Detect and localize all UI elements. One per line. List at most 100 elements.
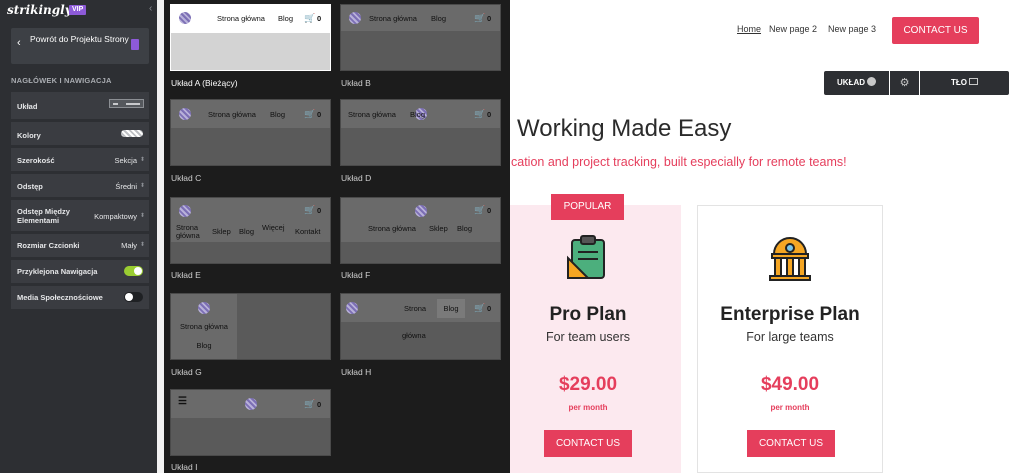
editor-background-button[interactable]: TŁO	[920, 71, 1009, 95]
layout-option-f[interactable]: 🛒 0 Strona główna Sklep Blog	[340, 197, 501, 264]
nav-link-home[interactable]: Home	[737, 24, 761, 34]
nav-link-page-3[interactable]: New page 3	[828, 24, 876, 34]
editor-layout-button[interactable]: UKŁAD	[824, 71, 889, 95]
plan-name: Enterprise Plan	[720, 304, 860, 325]
layout-option-e[interactable]: 🛒 0 Strona główna Sklep Blog Więcej Kont…	[170, 197, 331, 264]
nav-preview-home: Strona główna	[348, 110, 396, 119]
plan-audience: For large teams	[746, 330, 834, 344]
cart-icon: 🛒	[304, 109, 316, 119]
layout-caption: Układ C	[171, 173, 202, 183]
plan-contact-button[interactable]: CONTACT US	[747, 430, 835, 457]
nav-preview-blog: Blog	[410, 110, 426, 119]
layout-caption: Układ H	[341, 367, 372, 377]
plan-contact-button[interactable]: CONTACT US	[544, 430, 632, 457]
setting-value: Kompaktowy	[94, 212, 137, 221]
editor-layout-label: UKŁAD	[837, 78, 865, 87]
layout-picker-panel: Strona główna Blog 🛒 0 Układ A (Bieżący)…	[164, 0, 510, 473]
sticky-nav-toggle[interactable]	[124, 266, 143, 276]
setting-element-spacing[interactable]: Odstęp Między Elementami Kompaktowy ⬍	[11, 200, 149, 232]
nav-preview-home: Strona główna	[217, 14, 265, 23]
plan-period: per month	[568, 403, 608, 412]
section-title: NAGŁÓWEK I NAWIGACJA	[11, 76, 112, 85]
setting-label: Układ	[17, 102, 38, 111]
logo-placeholder-icon	[346, 302, 358, 314]
chevron-left-icon: ‹	[17, 37, 21, 49]
layout-caption: Układ I	[171, 462, 198, 472]
layout-caption: Układ E	[171, 270, 201, 280]
nav-preview-home: Strona główna	[208, 110, 256, 119]
social-media-toggle[interactable]	[124, 292, 143, 302]
setting-spacing[interactable]: Odstęp Średni ⬍	[11, 174, 149, 198]
nav-preview-blog: Blog	[457, 224, 473, 233]
plan-name: Pro Plan	[549, 304, 627, 325]
setting-label: Szerokość	[17, 156, 55, 165]
setting-font-size[interactable]: Rozmiar Czcionki Mały ⬍	[11, 234, 149, 258]
layout-option-i[interactable]: ☰ 🛒 0	[170, 389, 331, 456]
setting-colors[interactable]: Kolory	[11, 122, 149, 146]
setting-label: Odstęp	[17, 182, 43, 191]
layout-option-b[interactable]: Strona główna Blog 🛒 0	[340, 4, 501, 71]
layout-option-h[interactable]: Strona Blog 🛒 0 główna	[340, 293, 501, 360]
updown-caret-icon: ⬍	[139, 242, 145, 248]
nav-preview-home: Strona główna	[369, 14, 417, 23]
editor-sidebar: strikingly VIP ‹ ‹ Powrót do Projektu St…	[0, 0, 157, 473]
nav-preview-blog: Blog	[437, 299, 465, 318]
logo-placeholder-icon	[415, 205, 427, 217]
layout-thumbnail-icon	[109, 99, 144, 108]
image-icon	[969, 78, 978, 86]
layout-option-c[interactable]: Strona główna Blog 🛒 0	[170, 99, 331, 166]
updown-caret-icon: ⬍	[139, 183, 145, 189]
setting-value: Średni	[115, 182, 137, 191]
cart-count: 0	[317, 14, 322, 23]
layout-caption: Układ B	[341, 78, 371, 88]
nav-preview-contact: Kontakt	[295, 227, 321, 236]
plan-audience: For team users	[545, 330, 631, 344]
setting-value: Mały	[121, 241, 137, 250]
nav-preview-blog: Blog	[239, 227, 255, 236]
layout-caption: Układ F	[341, 270, 371, 280]
layout-option-g[interactable]: Strona główna Blog	[170, 293, 331, 360]
setting-label: Kolory	[17, 131, 41, 140]
sidebar-header: strikingly VIP ‹	[0, 0, 157, 22]
logo-placeholder-icon	[245, 398, 257, 410]
layout-caption: Układ G	[171, 367, 202, 377]
editor-settings-button[interactable]: ⚙	[890, 71, 919, 95]
setting-width[interactable]: Szerokość Sekcja ⬍	[11, 148, 149, 172]
setting-layout[interactable]: Układ	[11, 92, 149, 120]
hero-subtitle: cation and project tracking, built espec…	[511, 155, 847, 169]
cart-count: 0	[487, 206, 492, 215]
gear-icon: ⚙	[899, 77, 910, 89]
logo-placeholder-icon	[198, 302, 210, 314]
cart-count: 0	[317, 400, 322, 409]
cart-count: 0	[487, 110, 492, 119]
setting-sticky-nav: Przyklejona Nawigacja	[11, 260, 149, 284]
cart-icon: 🛒	[304, 399, 316, 409]
nav-preview-home: Strona główna	[368, 224, 416, 233]
layout-option-a[interactable]: Strona główna Blog 🛒 0	[170, 4, 331, 71]
cart-count: 0	[487, 14, 492, 23]
clipboard-ruler-icon	[567, 235, 605, 279]
nav-preview-blog: Blog	[270, 110, 286, 119]
setting-value: Sekcja	[114, 156, 137, 165]
plan-price: $29.00	[558, 374, 618, 395]
nav-preview-blog: Blog	[278, 14, 294, 23]
setting-label: Odstęp Między Elementami	[17, 207, 70, 225]
page-icon	[131, 39, 139, 50]
cart-icon: 🛒	[474, 205, 486, 215]
cart-icon: 🛒	[304, 13, 316, 23]
collapse-sidebar-icon[interactable]: ‹	[149, 3, 152, 14]
cart-icon: 🛒	[474, 109, 486, 119]
setting-social-media: Media Społecznościowe	[11, 286, 149, 310]
logo-placeholder-icon	[349, 12, 361, 24]
nav-contact-button[interactable]: CONTACT US	[892, 17, 979, 44]
layout-caption: Układ D	[341, 173, 372, 183]
nav-preview-shop: Sklep	[429, 224, 448, 233]
logo-placeholder-icon	[179, 108, 191, 120]
back-to-project-button[interactable]: ‹ Powrót do Projektu Strony	[11, 28, 149, 64]
cart-icon: 🛒	[474, 13, 486, 23]
setting-label: Media Społecznościowe	[17, 293, 103, 302]
updown-caret-icon: ⬍	[139, 213, 145, 219]
plan-price: $49.00	[760, 374, 820, 395]
layout-option-d[interactable]: Strona główna Blog 🛒 0	[340, 99, 501, 166]
nav-link-page-2[interactable]: New page 2	[769, 24, 817, 34]
